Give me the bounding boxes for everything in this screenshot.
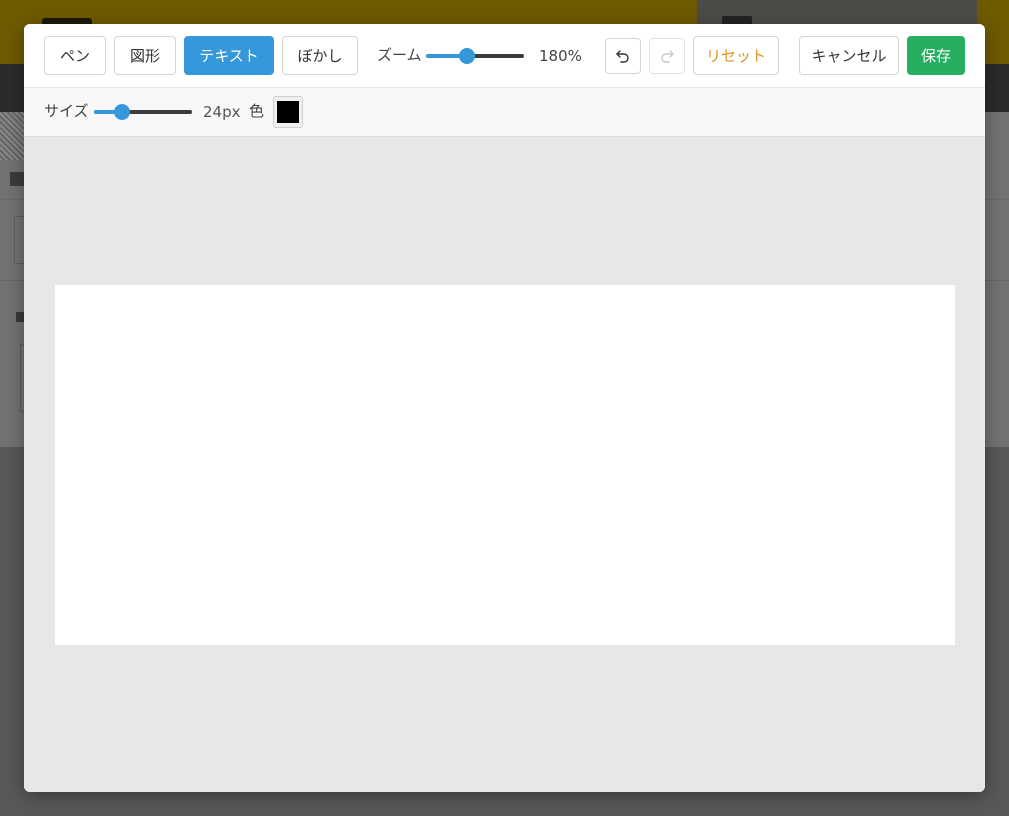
- size-slider[interactable]: [94, 102, 192, 122]
- redo-icon: [661, 50, 674, 63]
- tool-shape-button[interactable]: 図形: [114, 36, 176, 75]
- tool-blur-button[interactable]: ぼかし: [282, 36, 358, 75]
- home-icon: [10, 172, 24, 186]
- reset-button[interactable]: リセット: [693, 36, 779, 75]
- zoom-slider-thumb[interactable]: [459, 48, 476, 64]
- editor-stage: [24, 137, 985, 792]
- zoom-slider[interactable]: [426, 46, 524, 66]
- size-label: サイズ: [44, 102, 89, 120]
- image-editor-modal: ペン 図形 テキスト ぼかし ズーム 180% リセット キャンセル 保存 サイ…: [24, 24, 985, 792]
- background-box: [14, 216, 24, 264]
- tool-pen-button[interactable]: ペン: [44, 36, 106, 75]
- size-value: 24px: [203, 103, 241, 121]
- drawing-canvas[interactable]: [55, 285, 955, 645]
- color-label: 色: [249, 102, 265, 120]
- text-options-bar: サイズ 24px 色: [24, 88, 985, 137]
- redo-button[interactable]: [649, 38, 685, 74]
- zoom-value: 180%: [539, 47, 582, 65]
- size-slider-thumb[interactable]: [114, 104, 131, 120]
- undo-button[interactable]: [605, 38, 641, 74]
- undo-icon: [616, 50, 629, 63]
- color-swatch: [277, 101, 299, 123]
- editor-toolbar: ペン 図形 テキスト ぼかし ズーム 180% リセット キャンセル 保存: [24, 24, 985, 88]
- save-button[interactable]: 保存: [907, 36, 965, 75]
- zoom-label: ズーム: [377, 46, 422, 64]
- background-mark: [16, 312, 24, 322]
- color-picker[interactable]: [273, 96, 303, 128]
- tool-text-button[interactable]: テキスト: [184, 36, 274, 75]
- background-thumbnail: [0, 112, 24, 160]
- cancel-button[interactable]: キャンセル: [799, 36, 899, 75]
